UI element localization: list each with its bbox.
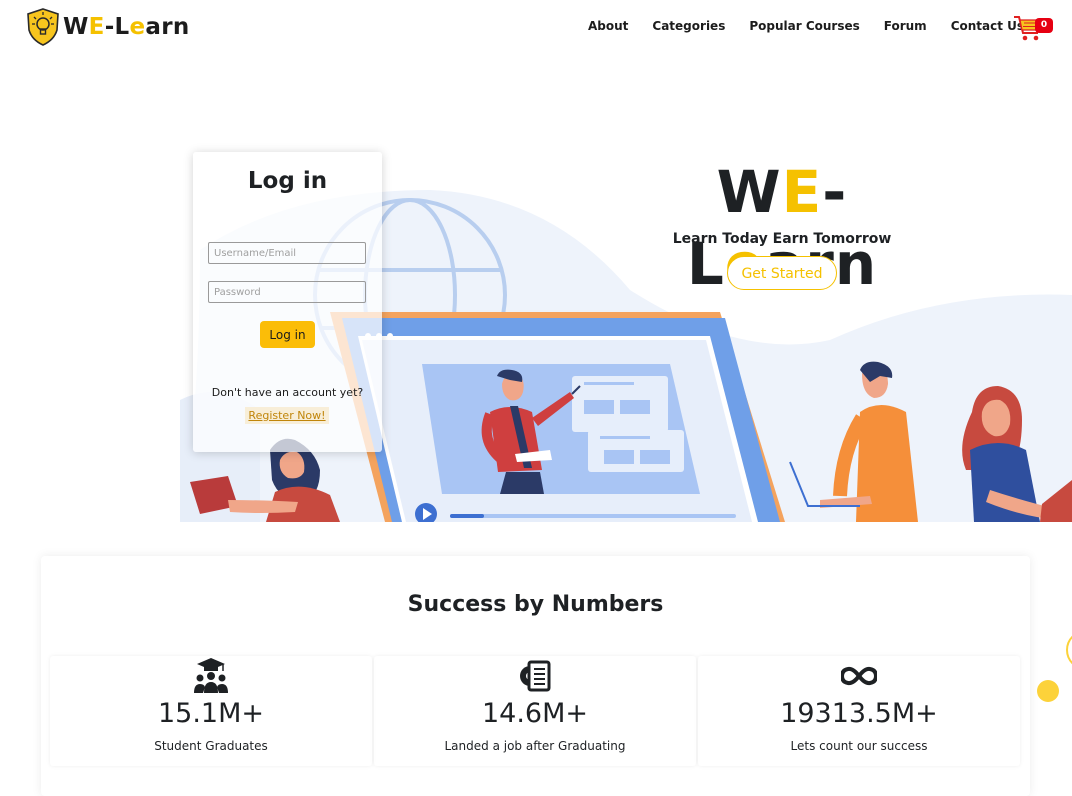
brand-w: W (63, 14, 89, 40)
password-input[interactable] (208, 281, 366, 303)
decorative-ring (1066, 630, 1072, 670)
cart-count-badge: 0 (1035, 18, 1053, 33)
brand-l: -L (104, 14, 130, 40)
main-nav: About Categories Popular Courses Forum C… (588, 19, 1048, 33)
register-link[interactable]: Register Now! (245, 407, 329, 424)
stat-card-jobs: 14.6M+ Landed a job after Graduating (374, 656, 696, 766)
hero-subtitle: Learn Today Earn Tomorrow (672, 231, 892, 247)
brand-name: WE-Learn (63, 14, 190, 40)
stat-value: 19313.5M+ (780, 698, 938, 729)
decorative-dot (1037, 680, 1059, 702)
stat-card-graduates: 15.1M+ Student Graduates (50, 656, 372, 766)
stat-value: 14.6M+ (481, 698, 589, 729)
stat-value: 15.1M+ (157, 698, 265, 729)
stat-label: Landed a job after Graduating (444, 739, 626, 753)
job-icon (520, 660, 551, 692)
no-account-text: Don't have an account yet? (211, 386, 364, 399)
nav-categories[interactable]: Categories (652, 19, 725, 33)
stats-title: Success by Numbers (407, 592, 664, 617)
stat-card-success: 19313.5M+ Lets count our success (698, 656, 1020, 766)
hero-title-w: W (716, 158, 782, 226)
brand-e2: e (129, 14, 146, 40)
lightbulb-shield-icon (27, 8, 59, 46)
nav-forum[interactable]: Forum (884, 19, 927, 33)
brand-e: E (88, 14, 105, 40)
infinity-icon (841, 666, 877, 686)
nav-about[interactable]: About (588, 19, 628, 33)
stat-label: Student Graduates (154, 739, 268, 753)
username-input[interactable] (208, 242, 366, 264)
hero-title-e: E (781, 158, 823, 226)
brand-arn: arn (145, 14, 190, 40)
stat-label: Lets count our success (790, 739, 928, 753)
login-card: Log in Log in Don't have an account yet?… (193, 152, 382, 452)
brand-logo[interactable]: WE-Learn (26, 8, 190, 46)
login-button[interactable]: Log in (260, 321, 315, 348)
login-title: Log in (247, 168, 328, 194)
site-header: WE-Learn About Categories Popular Course… (0, 0, 1072, 56)
get-started-button[interactable]: Get Started (727, 256, 837, 290)
nav-popular-courses[interactable]: Popular Courses (749, 19, 859, 33)
graduates-icon (194, 658, 228, 693)
success-stats-section: Success by Numbers 15.1M+ Student Gradua… (41, 556, 1030, 796)
